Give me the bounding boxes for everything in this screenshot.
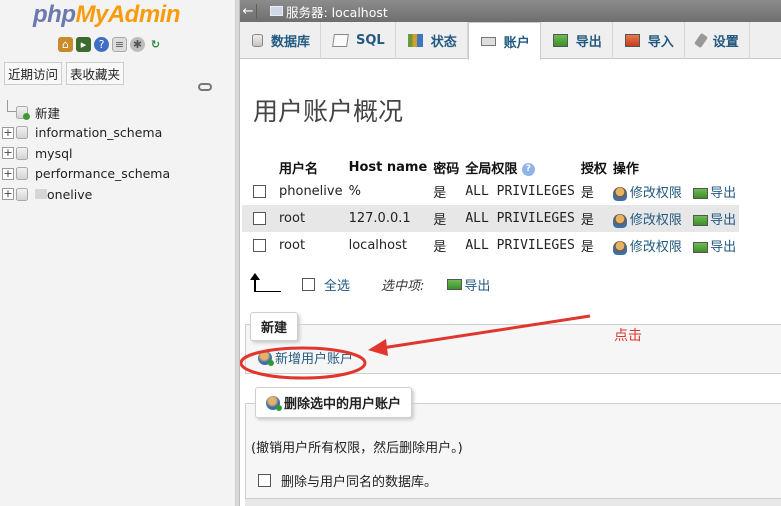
tab-accounts[interactable]: 账户 xyxy=(467,22,541,60)
documentation-icon[interactable]: ≡ xyxy=(112,37,127,52)
main-menu-tabs: 数据库 SQL 状态 账户 导出 导入 设置 xyxy=(240,22,781,60)
phpmyadmin-logo[interactable]: phpMyAdmin xyxy=(33,1,180,29)
tab-label: SQL xyxy=(356,33,385,48)
recent-tables-button[interactable]: 近期访问 xyxy=(4,62,63,85)
tree-item-label: mysql xyxy=(35,145,73,161)
tab-label: 设置 xyxy=(712,35,739,50)
reload-icon[interactable]: ↻ xyxy=(148,37,163,52)
tree-item-mysql[interactable]: + mysql xyxy=(2,143,170,164)
tab-label: 账户 xyxy=(503,36,530,51)
tree-item-phonelive[interactable]: + onelive xyxy=(2,184,170,205)
tab-settings[interactable]: 设置 xyxy=(685,22,750,59)
annotation-arrow-line xyxy=(381,314,591,350)
gear-icon[interactable]: ✱ xyxy=(130,37,145,52)
tab-import[interactable]: 导入 xyxy=(613,22,685,59)
database-icon xyxy=(16,126,28,140)
database-icon xyxy=(16,187,28,201)
main-panel: 用户账户概况 用户名 Host name 密码 全局权限 ? 授权 操作 pho… xyxy=(240,60,781,506)
annotation-ellipse xyxy=(240,346,367,380)
collapse-nav-button[interactable]: ← xyxy=(240,3,257,19)
breadcrumb-server[interactable]: 服务器: localhost xyxy=(286,2,388,21)
accounts-icon xyxy=(480,37,496,46)
server-icon xyxy=(270,6,283,16)
import-icon xyxy=(624,34,640,47)
favorite-tables-button[interactable]: 表收藏夹 xyxy=(66,62,125,85)
export-icon xyxy=(552,34,568,47)
tree-item-label: onelive xyxy=(47,186,93,202)
tab-label: 导入 xyxy=(647,35,674,50)
tree-item-label: performance_schema xyxy=(35,166,171,182)
home-icon[interactable]: ⌂ xyxy=(58,37,73,52)
expand-icon[interactable]: + xyxy=(2,147,14,160)
database-icon xyxy=(16,146,28,160)
nav-icon-bar: ⌂ ▸ ? ≡ ✱ ↻ xyxy=(58,37,163,52)
expand-icon[interactable]: + xyxy=(2,167,14,180)
logout-icon[interactable]: ▸ xyxy=(76,37,91,52)
tab-label: 数据库 xyxy=(271,35,311,50)
tab-label: 状态 xyxy=(430,35,457,50)
settings-icon xyxy=(693,32,708,49)
database-icon xyxy=(252,34,263,47)
new-database-icon xyxy=(16,105,30,120)
tree-item-label: 新建 xyxy=(35,105,61,121)
tab-label: 导出 xyxy=(575,35,602,50)
status-icon xyxy=(407,34,423,47)
annotation-arrow-head xyxy=(368,339,388,356)
breadcrumb-bar: ← 服务器: localhost xyxy=(240,0,781,22)
database-tree: 新建 + information_schema + mysql + perfor… xyxy=(2,100,170,205)
redacted-text xyxy=(35,189,47,200)
tree-item-new[interactable]: 新建 xyxy=(2,100,170,123)
app-root: phpMyAdmin ⌂ ▸ ? ≡ ✱ ↻ 近期访问 表收藏夹 新建 + in… xyxy=(0,0,781,506)
link-with-main-panel-icon[interactable] xyxy=(198,83,212,91)
tree-item-label: information_schema xyxy=(35,125,163,141)
annotation-overlay xyxy=(240,314,591,380)
expand-icon[interactable]: + xyxy=(2,126,14,139)
database-icon xyxy=(16,167,28,181)
tree-item-performance-schema[interactable]: + performance_schema xyxy=(2,164,170,185)
navigation-panel: phpMyAdmin ⌂ ▸ ? ≡ ✱ ↻ 近期访问 表收藏夹 新建 + in… xyxy=(0,0,236,506)
tab-status[interactable]: 状态 xyxy=(396,22,468,59)
sql-icon xyxy=(332,34,349,47)
nav-links: 近期访问 表收藏夹 xyxy=(4,62,125,85)
help-icon[interactable]: ? xyxy=(94,37,109,52)
expand-icon[interactable]: + xyxy=(2,188,14,201)
tab-export[interactable]: 导出 xyxy=(541,22,613,59)
tree-item-information-schema[interactable]: + information_schema xyxy=(2,123,170,144)
tab-sql[interactable]: SQL xyxy=(321,22,396,59)
tab-databases[interactable]: 数据库 xyxy=(240,22,322,59)
